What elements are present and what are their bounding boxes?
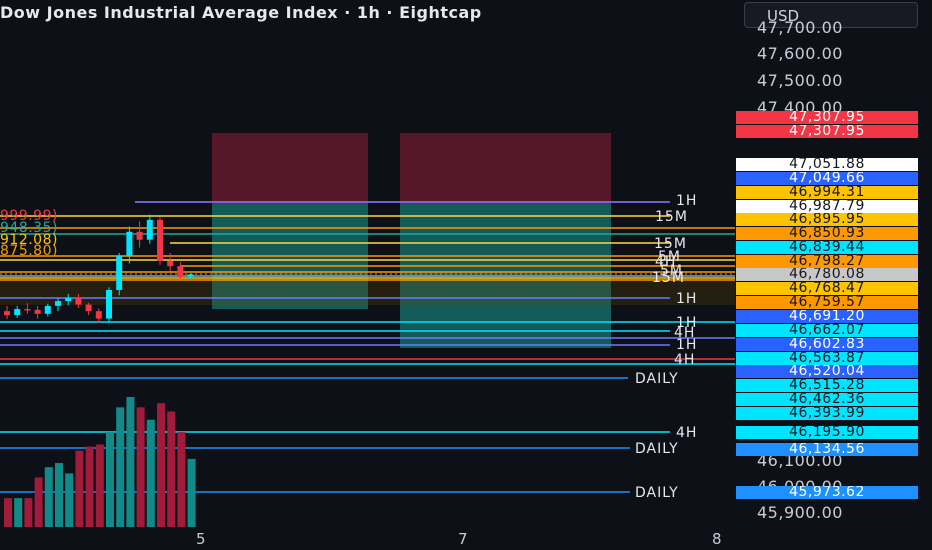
candle-body[interactable] bbox=[34, 309, 41, 314]
volume-bar bbox=[55, 463, 63, 527]
volume-bar bbox=[75, 450, 84, 527]
level-timeframe-label: 1H bbox=[676, 337, 698, 353]
price-tag: 46,850.93 bbox=[736, 227, 918, 240]
candle-body[interactable] bbox=[136, 231, 143, 240]
volume-bar bbox=[106, 432, 114, 527]
price-tag: 46,895.95 bbox=[736, 213, 918, 226]
price-tag: 46,393.99 bbox=[736, 407, 918, 420]
candle-body[interactable] bbox=[146, 219, 153, 240]
price-tag: 46,768.47 bbox=[736, 282, 918, 295]
left-level-label-4: 875.80) bbox=[0, 243, 58, 259]
level-timeframe-label: 4H bbox=[674, 352, 696, 368]
candle-body[interactable] bbox=[157, 219, 163, 261]
volume-bar bbox=[65, 473, 74, 527]
candle-body[interactable] bbox=[177, 266, 184, 277]
volume-bar bbox=[177, 432, 186, 527]
candle-body[interactable] bbox=[187, 274, 194, 277]
candle-body[interactable] bbox=[65, 297, 72, 302]
volume-bar bbox=[146, 419, 155, 527]
price-tag: 46,798.27 bbox=[736, 255, 918, 268]
price-tag: 45,973.62 bbox=[736, 486, 918, 499]
price-tag: 47,307.95 bbox=[736, 111, 918, 124]
price-tag: 46,662.07 bbox=[736, 324, 918, 337]
volume-bar bbox=[24, 498, 33, 527]
price-tag: 46,134.56 bbox=[736, 443, 918, 456]
candle-body[interactable] bbox=[44, 305, 51, 314]
volume-bar bbox=[126, 397, 135, 527]
candle-body[interactable] bbox=[4, 311, 10, 316]
volume-bar bbox=[167, 411, 176, 527]
candle-body[interactable] bbox=[85, 304, 92, 312]
candle-body[interactable] bbox=[126, 231, 133, 256]
volume-bar bbox=[34, 477, 43, 527]
level-timeframe-label: DAILY bbox=[635, 441, 679, 457]
level-timeframe-label: DAILY bbox=[635, 485, 679, 501]
volume-bar bbox=[44, 467, 53, 527]
volume-bar bbox=[187, 458, 196, 527]
price-tag: 46,520.04 bbox=[736, 365, 918, 378]
volume-bar bbox=[4, 498, 12, 527]
level-timeframe-label: 1H bbox=[676, 291, 698, 307]
volume-bar bbox=[14, 498, 23, 527]
price-tag: 46,987.79 bbox=[736, 200, 918, 213]
level-timeframe-label: 4H bbox=[676, 425, 698, 441]
level-timeframe-label: 15M bbox=[652, 270, 685, 286]
candle-body[interactable] bbox=[55, 301, 61, 306]
price-tag: 46,839.44 bbox=[736, 241, 918, 254]
price-tag: 46,462.36 bbox=[736, 393, 918, 406]
short-position-stop-zone-1[interactable] bbox=[212, 133, 368, 203]
price-tag: 47,307.95 bbox=[736, 125, 918, 138]
price-tag: 46,515.28 bbox=[736, 379, 918, 392]
volume-bar bbox=[85, 446, 94, 527]
price-scale-label: 45,900.00 bbox=[757, 503, 843, 522]
time-axis-label: 7 bbox=[458, 530, 468, 548]
price-scale-label: 47,700.00 bbox=[757, 18, 843, 37]
candle-body[interactable] bbox=[106, 290, 112, 319]
volume-bar bbox=[157, 403, 165, 527]
price-tag: 47,049.66 bbox=[736, 172, 918, 185]
price-scale-label: 47,500.00 bbox=[757, 71, 843, 90]
candle-body[interactable] bbox=[95, 311, 102, 319]
price-scale-label: 47,600.00 bbox=[757, 44, 843, 63]
price-tag: 46,780.08 bbox=[736, 268, 918, 281]
candle-body[interactable] bbox=[14, 309, 21, 316]
time-axis-label: 8 bbox=[712, 530, 722, 548]
price-tag: 46,759.57 bbox=[736, 296, 918, 309]
price-tag: 46,994.31 bbox=[736, 186, 918, 199]
price-tag: 46,602.83 bbox=[736, 338, 918, 351]
price-tag: 46,691.20 bbox=[736, 310, 918, 323]
volume-bar bbox=[136, 407, 145, 527]
candle-body[interactable] bbox=[167, 260, 174, 267]
level-timeframe-label: 1H bbox=[676, 193, 698, 209]
candle-body[interactable] bbox=[116, 255, 123, 290]
candle-body[interactable] bbox=[24, 309, 31, 311]
price-tag: 46,195.90 bbox=[736, 426, 918, 439]
level-timeframe-label: 15M bbox=[655, 209, 688, 225]
candle-body[interactable] bbox=[75, 297, 82, 305]
time-axis-label: 5 bbox=[196, 530, 206, 548]
volume-bar bbox=[116, 407, 125, 527]
price-tag: 47,051.88 bbox=[736, 158, 918, 171]
chart-title: Dow Jones Industrial Average Index · 1h … bbox=[0, 3, 482, 22]
price-tag: 46,563.87 bbox=[736, 352, 918, 365]
short-position-stop-zone-2[interactable] bbox=[400, 133, 611, 203]
volume-bar bbox=[95, 444, 104, 527]
level-timeframe-label: DAILY bbox=[635, 371, 679, 387]
